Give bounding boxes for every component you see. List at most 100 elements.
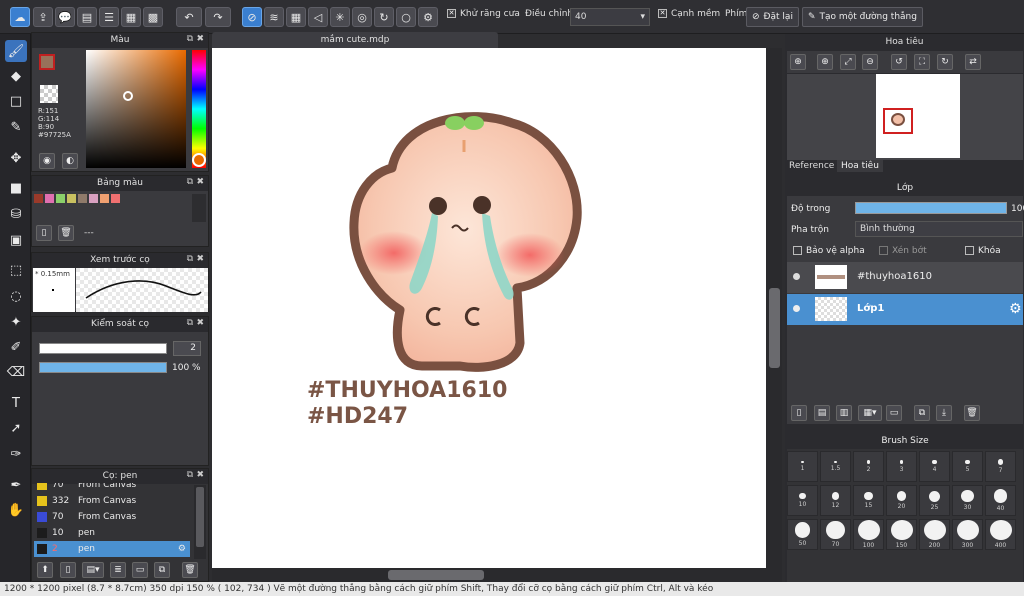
popout-icon[interactable]: ⧉ — [187, 254, 193, 264]
page-manager-icon[interactable]: ▦ — [121, 7, 141, 27]
move-tool-icon[interactable]: ✎ — [5, 116, 27, 138]
new-brush-icon[interactable]: ▯ — [60, 562, 76, 578]
lock-toggle[interactable]: Khóa — [965, 246, 1001, 256]
brush-menu-icon[interactable]: ▤▾ — [82, 562, 104, 578]
brush-list-item[interactable]: 332 From Canvas — [34, 493, 190, 509]
palette-swatch[interactable] — [78, 194, 87, 203]
protect-alpha-checkbox[interactable] — [793, 246, 802, 255]
clipping-checkbox[interactable] — [879, 246, 888, 255]
cross-snap-icon[interactable]: ▦ — [286, 7, 306, 27]
radial-snap-icon[interactable]: ✳ — [330, 7, 350, 27]
layer-opacity-slider[interactable] — [855, 202, 1007, 214]
horizontal-scroll-thumb[interactable] — [388, 570, 484, 580]
horizontal-scrollbar[interactable] — [212, 568, 782, 582]
eraser-tool-icon[interactable]: ◆ — [5, 65, 27, 87]
popout-icon[interactable]: ⧉ — [187, 318, 193, 328]
duplicate-layer-icon[interactable]: ⧉ — [914, 405, 930, 421]
brush-size-option[interactable]: 5 — [952, 451, 983, 482]
brush-list-scrollbar[interactable] — [194, 485, 206, 559]
new-halftone-layer-icon[interactable]: ▤ — [814, 405, 830, 421]
palette-swatch[interactable] — [100, 194, 109, 203]
brush-size-option[interactable]: 1.5 — [820, 451, 851, 482]
magic-wand-icon[interactable]: ✦ — [5, 311, 27, 333]
color-picker-handle[interactable] — [123, 91, 133, 101]
brush-size-option[interactable]: 100 — [853, 519, 884, 550]
primary-color-swatch[interactable] — [39, 54, 55, 70]
hue-handle[interactable] — [192, 153, 206, 167]
brush-list-item[interactable]: 70 From Canvas — [34, 483, 190, 493]
layer-row-text[interactable]: #thuyhoa1610 — [787, 262, 1023, 293]
straight-line-button[interactable]: ✎ Tạo một đường thẳng — [802, 7, 923, 27]
brush-size-option[interactable]: 10 — [787, 485, 818, 516]
brush-size-slider[interactable] — [39, 343, 167, 354]
brush-size-option[interactable]: 3 — [886, 451, 917, 482]
fill-rect-icon[interactable]: ■ — [5, 177, 27, 199]
brush-size-option[interactable]: 300 — [952, 519, 983, 550]
settings-icon[interactable]: ⚙ — [418, 7, 438, 27]
protect-alpha-toggle[interactable]: Bảo vệ alpha — [793, 246, 865, 256]
palette-swatch[interactable] — [34, 194, 43, 203]
circle-snap-icon[interactable]: ◎ — [352, 7, 372, 27]
cloud-icon[interactable]: ☁ — [10, 7, 30, 27]
brush-list-item[interactable]: 2 pen ⚙ — [34, 541, 190, 557]
brush-size-option[interactable]: 40 — [985, 485, 1016, 516]
brush-size-option[interactable]: 50 — [787, 519, 818, 550]
soft-edge-toggle[interactable]: ✕ Cạnh mềm — [658, 9, 720, 19]
comment-icon[interactable]: 💬 — [55, 7, 75, 27]
lock-checkbox[interactable] — [965, 246, 974, 255]
fit-window-icon[interactable]: ⛶ — [914, 54, 930, 70]
delete-palette-icon[interactable]: 🗑 — [58, 225, 74, 241]
delete-brush-icon[interactable]: 🗑 — [182, 562, 198, 578]
ring-snap-icon[interactable]: ○ — [396, 7, 416, 27]
brush-props-icon[interactable]: ≣ — [110, 562, 126, 578]
new-1bit-layer-icon[interactable]: ▥ — [836, 405, 852, 421]
palette-scrollbar[interactable] — [192, 194, 206, 222]
select-rect-icon[interactable]: ⬚ — [5, 259, 27, 281]
eyedropper-icon[interactable]: ✒ — [5, 474, 27, 496]
brush-size-option[interactable]: 2 — [853, 451, 884, 482]
undo-icon[interactable]: ↶ — [176, 7, 202, 27]
flip-icon[interactable]: ⇄ — [965, 54, 981, 70]
navigator-viewport[interactable] — [883, 108, 913, 134]
document-tab[interactable]: mắm cute.mdp — [212, 32, 498, 48]
visibility-icon[interactable] — [793, 273, 800, 280]
zoom-out-icon[interactable]: ⊖ — [862, 54, 878, 70]
brush-size-option[interactable]: 20 — [886, 485, 917, 516]
layer-folder-icon[interactable]: ▭ — [886, 405, 902, 421]
zoom-in-icon[interactable]: ⊕ — [790, 54, 806, 70]
blend-mode-select[interactable]: Bình thường — [855, 221, 1023, 237]
brush-list-item[interactable]: 10 pen — [34, 525, 190, 541]
layer-menu-icon[interactable]: ▦▾ — [858, 405, 882, 421]
brush-size-option[interactable]: 12 — [820, 485, 851, 516]
brush-size-option[interactable]: 150 — [886, 519, 917, 550]
palette-swatch[interactable] — [45, 194, 54, 203]
popout-icon[interactable]: ⧉ — [187, 470, 193, 480]
brush-folder-icon[interactable]: ▭ — [132, 562, 148, 578]
rotate-right-icon[interactable]: ↻ — [937, 54, 953, 70]
brush-size-option[interactable]: 15 — [853, 485, 884, 516]
rotate-left-icon[interactable]: ↺ — [891, 54, 907, 70]
gear-icon[interactable]: ⚙ — [1009, 301, 1022, 317]
color-slider-button[interactable]: ◐ — [62, 153, 78, 169]
new-palette-icon[interactable]: ▯ — [36, 225, 52, 241]
transparent-color-swatch[interactable] — [40, 85, 58, 103]
brush-size-option[interactable]: 4 — [919, 451, 950, 482]
move-arrows-icon[interactable]: ✥ — [5, 147, 27, 169]
bucket-tool-icon[interactable]: ⛁ — [5, 203, 27, 225]
antialias-checkbox[interactable]: ✕ — [447, 9, 456, 18]
lasso-tool-icon[interactable]: ◌ — [5, 285, 27, 307]
vertical-scrollbar[interactable] — [767, 48, 782, 568]
dot-tool-icon[interactable]: □ — [5, 90, 27, 112]
visibility-icon[interactable] — [793, 305, 800, 312]
operation-tool-icon[interactable]: ➚ — [5, 417, 27, 439]
brush-size-option[interactable]: 25 — [919, 485, 950, 516]
delete-layer-icon[interactable]: 🗑 — [964, 405, 980, 421]
hue-slider[interactable] — [192, 50, 206, 168]
palette-swatch[interactable] — [67, 194, 76, 203]
saturation-value-square[interactable] — [86, 50, 186, 168]
canvas-paper[interactable]: #THUYHOA1610 #HD247 — [212, 48, 766, 568]
select-eraser-icon[interactable]: ⌫ — [5, 361, 27, 383]
navigator-preview[interactable] — [787, 74, 1023, 160]
reference-tab[interactable]: Reference — [789, 161, 834, 171]
antialias-toggle[interactable]: ✕ Khử răng cưa — [447, 9, 520, 19]
